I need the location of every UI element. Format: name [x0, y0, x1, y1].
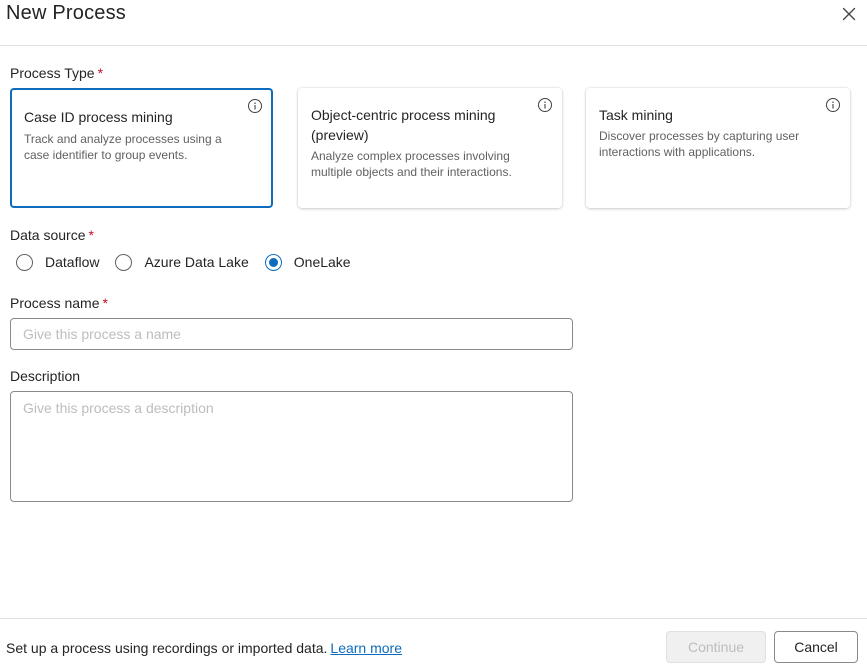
- radio-label: Azure Data Lake: [144, 254, 249, 270]
- card-title-line: (preview): [311, 127, 369, 143]
- close-icon: [842, 7, 856, 21]
- required-mark: *: [97, 65, 104, 81]
- card-title: Case ID process mining: [24, 109, 173, 125]
- radio-dataflow[interactable]: Dataflow: [16, 253, 100, 271]
- card-title: Object-centric process mining (preview): [311, 105, 495, 145]
- required-mark: *: [88, 227, 94, 243]
- card-description: Analyze complex processes involving mult…: [311, 148, 512, 180]
- data-source-label: Data source *: [10, 227, 94, 243]
- info-icon[interactable]: [825, 97, 841, 113]
- process-name-label-text: Process name: [10, 295, 100, 311]
- radio-label: Dataflow: [45, 254, 100, 270]
- card-title: Task mining: [599, 107, 673, 123]
- process-type-label: Process Type *: [10, 65, 103, 81]
- process-name-input[interactable]: [10, 318, 573, 350]
- dialog-header: New Process: [0, 0, 867, 46]
- card-title-line: Object-centric process mining: [311, 107, 496, 123]
- card-description-line: Analyze complex processes involving: [311, 149, 510, 163]
- footer-text: Set up a process using recordings or imp…: [6, 640, 402, 656]
- info-icon[interactable]: [537, 97, 553, 113]
- process-name-label: Process name *: [10, 295, 108, 311]
- card-description: Track and analyze processes using a case…: [24, 131, 222, 163]
- process-type-card-object-centric[interactable]: Object-centric process mining (preview) …: [298, 88, 562, 208]
- learn-more-link[interactable]: Learn more: [330, 640, 402, 656]
- process-type-card-task-mining[interactable]: Task mining Discover processes by captur…: [586, 88, 850, 208]
- info-icon[interactable]: [247, 98, 263, 114]
- radio-circle[interactable]: [264, 253, 282, 271]
- card-description: Discover processes by capturing user int…: [599, 128, 799, 160]
- process-type-label-text: Process Type: [10, 65, 95, 81]
- card-description-line: Track and analyze processes using a: [24, 132, 222, 146]
- footer-description: Set up a process using recordings or imp…: [6, 640, 328, 656]
- card-description-line: Discover processes by capturing user: [599, 129, 800, 143]
- continue-button[interactable]: Continue: [666, 631, 766, 663]
- radio-onelake[interactable]: OneLake: [264, 253, 351, 271]
- dialog-title: New Process: [6, 2, 127, 24]
- radio-circle[interactable]: [115, 253, 133, 271]
- card-description-line: interactions with applications.: [599, 145, 756, 159]
- card-description-line: multiple objects and their interactions.: [311, 165, 512, 179]
- radio-azure-data-lake[interactable]: Azure Data Lake: [115, 253, 249, 271]
- radio-circle[interactable]: [16, 253, 33, 271]
- radio-label: OneLake: [293, 254, 351, 270]
- process-type-card-case-id[interactable]: Case ID process mining Track and analyze…: [10, 88, 273, 208]
- data-source-radio-group: Dataflow Azure Data Lake OneLake: [16, 251, 367, 273]
- description-textarea[interactable]: [10, 391, 573, 502]
- description-label: Description: [10, 368, 81, 384]
- dialog-footer: Set up a process using recordings or imp…: [0, 618, 867, 668]
- card-description-line: case identifier to group events.: [24, 148, 188, 162]
- cancel-button[interactable]: Cancel: [774, 631, 858, 663]
- close-button[interactable]: [839, 4, 859, 24]
- data-source-label-text: Data source: [10, 227, 86, 243]
- required-mark: *: [102, 295, 108, 311]
